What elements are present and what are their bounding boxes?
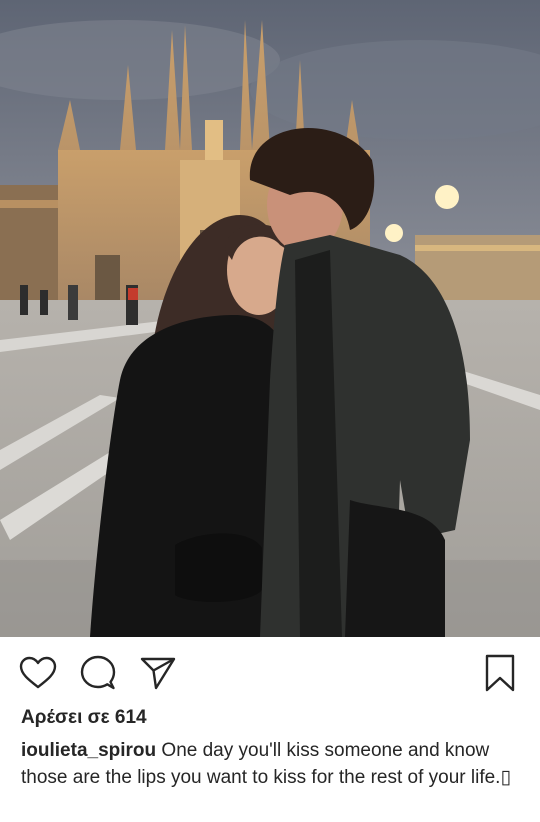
photo-scene [0, 0, 540, 637]
share-button[interactable] [138, 653, 178, 693]
comment-bubble-icon [80, 655, 116, 690]
action-bar [0, 637, 540, 707]
heart-icon [19, 656, 57, 689]
comment-button[interactable] [78, 653, 118, 693]
caption-username[interactable]: ioulieta_spirou [21, 740, 156, 761]
like-button[interactable] [18, 653, 58, 693]
likes-count[interactable]: Αρέσει σε 614 [21, 707, 147, 729]
post-photo[interactable] [0, 0, 540, 637]
paper-plane-icon [140, 657, 176, 690]
bookmark-icon [485, 654, 515, 692]
save-button[interactable] [480, 653, 520, 693]
post-caption: ioulieta_spirou One day you'll kiss some… [21, 737, 526, 791]
